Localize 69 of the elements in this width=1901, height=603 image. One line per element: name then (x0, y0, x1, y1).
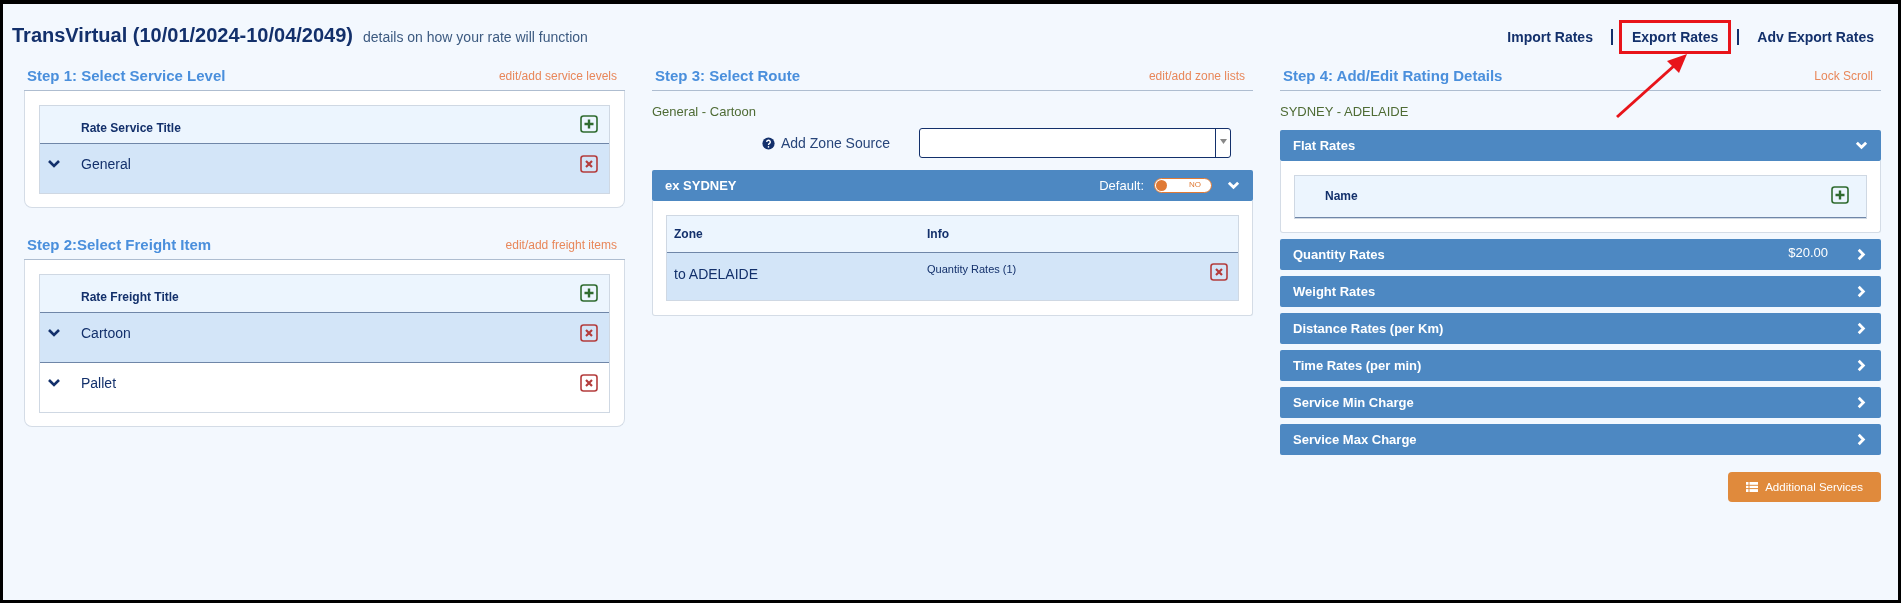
zone-source-dropdown[interactable] (919, 128, 1231, 158)
delete-icon[interactable] (580, 374, 598, 392)
rate-section-bar[interactable]: Service Max Charge (1280, 424, 1881, 455)
bar-title: Flat Rates (1293, 138, 1357, 153)
column-header: Name (1325, 189, 1358, 203)
bar-title: Weight Rates (1293, 284, 1377, 299)
additional-services-button[interactable]: Additional Services (1728, 472, 1881, 502)
bar-title: Time Rates (per min) (1293, 358, 1423, 373)
step-heading: Step 4: Add/Edit Rating Details (1283, 67, 1503, 84)
page-subtitle: details on how your rate will function (362, 28, 588, 45)
amount-text: $20.00 (1788, 244, 1828, 260)
chevron-down-icon[interactable] (47, 328, 61, 338)
row-label: Pallet (81, 375, 118, 391)
bar-title: Distance Rates (per Km) (1293, 321, 1445, 336)
list-row[interactable]: General (40, 144, 609, 193)
bar-title: ex SYDNEY (665, 178, 738, 193)
rate-section-bar[interactable]: Quantity Rates $20.00 (1280, 239, 1881, 270)
edit-link[interactable]: edit/add service levels (498, 68, 617, 83)
chevron-right-icon[interactable] (1855, 433, 1868, 446)
edit-link[interactable]: edit/add freight items (505, 237, 617, 252)
delete-icon[interactable] (1210, 263, 1228, 281)
column-header: Rate Freight Title (81, 290, 179, 304)
zone-cell-text: to ADELAIDE (674, 265, 760, 282)
rate-section-bar[interactable]: Service Min Charge (1280, 387, 1881, 418)
column-header: Rate Service Title (81, 121, 181, 135)
column-header: Info (927, 227, 949, 241)
default-label: Default: (1099, 178, 1144, 193)
chevron-down-icon[interactable] (47, 378, 61, 388)
step-heading: Step 2:Select Freight Item (27, 236, 212, 253)
rate-section-bar[interactable]: Time Rates (per min) (1280, 350, 1881, 381)
zone-row[interactable]: to ADELAIDE Quantity Rates (1) (667, 253, 1238, 300)
rate-section-bar[interactable]: Distance Rates (per Km) (1280, 313, 1881, 344)
help-icon[interactable] (762, 136, 775, 150)
edit-link[interactable]: edit/add zone lists (1148, 68, 1245, 83)
chevron-right-icon[interactable] (1855, 396, 1868, 409)
add-icon[interactable] (1831, 186, 1849, 204)
page-title: TransVirtual (10/01/2024-10/04/2049) (12, 23, 353, 47)
rate-section-bar[interactable]: Flat Rates (1280, 130, 1881, 161)
bar-title: Service Min Charge (1293, 395, 1415, 410)
route-label: SYDNEY - ADELAIDE (1280, 103, 1410, 121)
lock-scroll-link[interactable]: Lock Scroll (1814, 68, 1873, 83)
add-icon[interactable] (580, 284, 598, 302)
step-heading: Step 1: Select Service Level (27, 67, 226, 84)
chevron-right-icon[interactable] (1855, 285, 1868, 298)
origin-header-bar[interactable]: ex SYDNEY Default: NO (652, 170, 1253, 201)
bar-title: Service Max Charge (1293, 432, 1418, 447)
route-label: General - Cartoon (652, 103, 758, 121)
row-label: Cartoon (81, 325, 132, 341)
dropdown-caret-icon (1219, 139, 1227, 144)
rate-section-bar[interactable]: Weight Rates (1280, 276, 1881, 307)
delete-icon[interactable] (580, 324, 598, 342)
delete-icon[interactable] (580, 155, 598, 173)
default-toggle[interactable]: NO (1154, 178, 1212, 193)
chevron-right-icon[interactable] (1855, 359, 1868, 372)
column-header: Zone (674, 227, 704, 241)
list-icon (1746, 482, 1759, 492)
list-row[interactable]: Cartoon (40, 313, 609, 363)
chevron-right-icon[interactable] (1855, 322, 1868, 335)
bar-title: Quantity Rates (1293, 247, 1386, 262)
chevron-right-icon[interactable] (1855, 248, 1868, 261)
chevron-down-icon[interactable] (47, 159, 61, 169)
top-link[interactable]: Adv Export Rates (1745, 20, 1886, 54)
field-label: Add Zone Source (781, 135, 891, 151)
top-link[interactable]: Export Rates (1618, 20, 1732, 54)
info-cell-text: Quantity Rates (1) (927, 263, 1018, 275)
add-icon[interactable] (580, 115, 598, 133)
step-heading: Step 3: Select Route (655, 67, 801, 84)
top-link[interactable]: Import Rates (1495, 20, 1605, 54)
row-label: General (81, 156, 132, 172)
